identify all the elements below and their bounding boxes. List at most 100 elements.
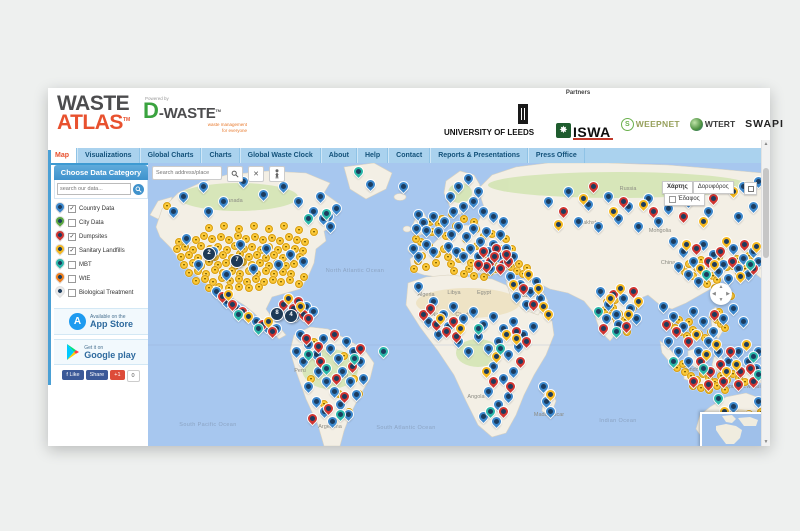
category-mbt[interactable]: MBT (54, 257, 148, 272)
map-dot-marker[interactable] (460, 270, 468, 278)
map-dot-marker[interactable] (412, 235, 420, 243)
map-dot-marker[interactable] (703, 280, 711, 288)
category-checkbox[interactable] (68, 289, 76, 297)
map-cluster-marker[interactable]: 8 (270, 307, 284, 321)
map-dot-marker[interactable] (515, 260, 523, 268)
map-dot-marker[interactable] (251, 233, 259, 241)
partner-iswa[interactable]: ✸ ISWA (556, 108, 613, 140)
category-sanitary-landfills[interactable]: ✓ Sanitary Landfills (54, 243, 148, 258)
map-dot-marker[interactable] (285, 233, 293, 241)
tab-reports-presentations[interactable]: Reports & Presentations (430, 148, 528, 163)
map-dot-marker[interactable] (470, 272, 478, 280)
map-dot-marker[interactable] (280, 222, 288, 230)
map-dot-marker[interactable] (177, 253, 185, 261)
tab-global-waste-clock[interactable]: Global Waste Clock (239, 148, 321, 163)
map-dot-marker[interactable] (235, 283, 243, 291)
category-checkbox[interactable]: ✓ (68, 233, 76, 241)
appstore-badge[interactable]: A Available on the App Store (54, 308, 148, 335)
scrollbar-thumb[interactable] (763, 168, 769, 258)
map-dot-marker[interactable] (450, 267, 458, 275)
facebook-like-button[interactable]: f Like (62, 370, 84, 380)
map-dot-marker[interactable] (235, 225, 243, 233)
tab-contact[interactable]: Contact (388, 148, 431, 163)
world-map[interactable]: North Atlantic Ocean South Atlantic Ocean… (148, 163, 762, 446)
facebook-share-button[interactable]: Share (85, 370, 109, 380)
map-dot-marker[interactable] (222, 259, 230, 267)
tab-press-office[interactable]: Press Office (527, 148, 585, 163)
partner-sweepnet[interactable]: S WEEPNET (620, 110, 680, 138)
category-wte[interactable]: WtE (54, 271, 148, 286)
map-dot-marker[interactable] (270, 251, 278, 259)
map-dot-marker[interactable] (265, 225, 273, 233)
map-dot-marker[interactable] (444, 253, 452, 261)
scroll-up-arrow[interactable]: ▲ (762, 140, 770, 148)
category-checkbox[interactable] (68, 219, 76, 227)
map-dot-marker[interactable] (262, 267, 270, 275)
map-dot-marker[interactable] (252, 275, 260, 283)
terrain-checkbox[interactable] (669, 196, 676, 203)
map-dot-marker[interactable] (180, 261, 188, 269)
map-dot-marker[interactable] (480, 273, 488, 281)
map-dot-marker[interactable] (250, 222, 258, 230)
terrain-option[interactable]: Έδαφος (664, 193, 705, 206)
map-dot-marker[interactable] (290, 260, 298, 268)
map-dot-marker[interactable] (192, 277, 200, 285)
map-dot-marker[interactable] (301, 238, 309, 246)
category-checkbox[interactable] (68, 261, 76, 269)
map-dot-marker[interactable] (269, 276, 277, 284)
map-dot-marker[interactable] (248, 243, 256, 251)
map-cluster-marker[interactable]: 7 (230, 254, 244, 268)
map-cluster-marker[interactable]: 2 (202, 247, 216, 261)
map-dot-marker[interactable] (219, 251, 227, 259)
map-dot-marker[interactable] (220, 222, 228, 230)
map-dot-marker[interactable] (255, 283, 263, 291)
map-dot-marker[interactable] (211, 266, 219, 274)
browser-scrollbar[interactable]: ▲ ▼ (761, 140, 770, 446)
category-checkbox[interactable]: ✓ (68, 247, 76, 255)
map-dot-marker[interactable] (253, 251, 261, 259)
sidebar-search-button[interactable] (133, 183, 144, 195)
category-biological-treatment[interactable]: Biological Treatment (54, 285, 148, 300)
map-dot-marker[interactable] (721, 324, 729, 332)
map-dot-marker[interactable] (286, 276, 294, 284)
fullscreen-button[interactable] (744, 182, 757, 195)
tab-about[interactable]: About (320, 148, 357, 163)
map-dot-marker[interactable] (460, 215, 468, 223)
tab-help[interactable]: Help (356, 148, 389, 163)
partner-university-of-leeds[interactable]: UNIVERSITY OF LEEDS (444, 104, 546, 138)
map-dot-marker[interactable] (205, 224, 213, 232)
map-dot-marker[interactable] (422, 263, 430, 271)
map-dot-marker[interactable] (293, 236, 301, 244)
map-search-input[interactable] (152, 166, 222, 180)
sidebar-search-input[interactable] (57, 183, 131, 195)
map-dot-marker[interactable] (279, 268, 287, 276)
map-dot-marker[interactable] (208, 235, 216, 243)
map-clear-button[interactable]: ✕ (248, 166, 264, 182)
map-dot-marker[interactable] (185, 251, 193, 259)
map-pegman-button[interactable] (269, 166, 285, 182)
tab-charts[interactable]: Charts (201, 148, 240, 163)
category-city-data[interactable]: City Data (54, 215, 148, 230)
gplus-one-button[interactable]: +1 (110, 370, 125, 380)
category-country-data[interactable]: ✓ Country Data (54, 201, 148, 216)
map-dot-marker[interactable] (185, 269, 193, 277)
map-dot-marker[interactable] (300, 273, 308, 281)
pan-control[interactable]: ▲ ▼ ◀ ▶ (710, 283, 732, 305)
category-dumpsites[interactable]: ✓ Dumpsites (54, 229, 148, 244)
map-search-button[interactable] (227, 166, 243, 182)
map-dot-marker[interactable] (277, 278, 285, 286)
map-dot-marker[interactable] (268, 234, 276, 242)
map-dot-marker[interactable] (235, 275, 243, 283)
tab-visualizations[interactable]: Visualizations (77, 148, 140, 163)
partner-wtert[interactable]: WTERT (689, 110, 735, 138)
map-dot-marker[interactable] (217, 233, 225, 241)
category-checkbox[interactable]: ✓ (68, 205, 76, 213)
map-dot-marker[interactable] (201, 275, 209, 283)
dwaste-logo[interactable]: Powered by D -WASTETM waste management fo… (143, 96, 263, 133)
partner-swapi[interactable]: SWAPI (745, 110, 784, 138)
map-dot-marker[interactable] (295, 226, 303, 234)
map-dot-marker[interactable] (200, 232, 208, 240)
map-dot-marker[interactable] (295, 280, 303, 288)
scroll-down-arrow[interactable]: ▼ (762, 438, 770, 446)
tab-map[interactable]: Map (48, 148, 77, 163)
